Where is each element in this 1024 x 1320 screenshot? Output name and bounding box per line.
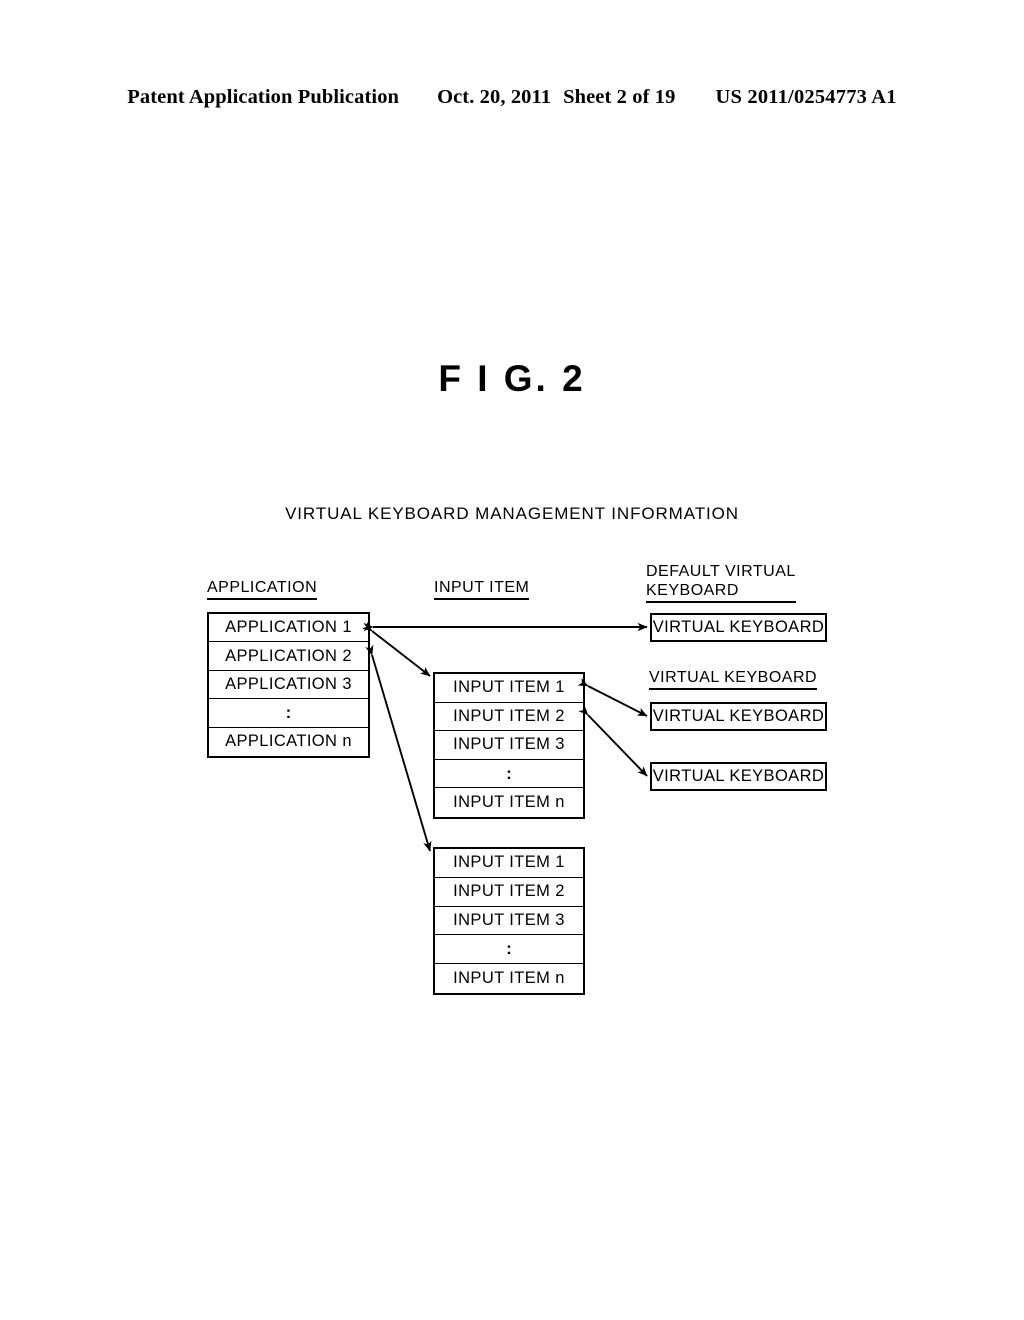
virtual-keyboard-box-3-label: VIRTUAL KEYBOARD: [652, 767, 825, 785]
arrow-application1-to-input-item-table-1: [361, 621, 431, 677]
arrow-input-item2-to-keyboard-3: [578, 705, 648, 777]
virtual-keyboard-box-1: VIRTUAL KEYBOARD: [650, 613, 827, 642]
table-row-ellipsis: :: [435, 760, 583, 789]
table-row: INPUT ITEM 3: [435, 731, 583, 760]
table-row: INPUT ITEM 2: [435, 703, 583, 732]
table-row: APPLICATION 1: [209, 614, 368, 643]
virtual-keyboard-box-3: VIRTUAL KEYBOARD: [650, 762, 827, 791]
virtual-keyboard-box-2-label: VIRTUAL KEYBOARD: [652, 707, 825, 725]
column-header-default-vk-line2: KEYBOARD: [646, 581, 796, 603]
column-header-virtual-keyboard: VIRTUAL KEYBOARD: [649, 668, 818, 690]
column-header-input-item: INPUT ITEM: [434, 578, 530, 600]
column-header-application: APPLICATION: [207, 578, 318, 600]
table-row: APPLICATION n: [225, 732, 352, 751]
application-table: APPLICATION 1 APPLICATION 2 APPLICATION …: [207, 612, 370, 758]
figure-label: F I G. 2: [438, 358, 586, 399]
table-row-ellipsis: :: [209, 699, 368, 728]
table-row-ellipsis: :: [435, 935, 583, 965]
table-row: INPUT ITEM n: [453, 969, 565, 988]
patent-figure-page: Patent Application Publication Oct. 20, …: [0, 0, 1024, 1320]
table-row: INPUT ITEM 2: [435, 878, 583, 907]
column-header-input-item-label: INPUT ITEM: [434, 578, 530, 600]
table-row: INPUT ITEM n: [453, 793, 565, 812]
figure-subtitle: VIRTUAL KEYBOARD MANAGEMENT INFORMATION: [285, 504, 739, 523]
sheet-number: Sheet 2 of 19: [563, 86, 676, 108]
connector-arrows: [361, 621, 648, 852]
table-row: INPUT ITEM 1: [435, 674, 583, 703]
input-item-table-2: INPUT ITEM 1 INPUT ITEM 2 INPUT ITEM 3 :…: [433, 847, 585, 995]
column-header-application-label: APPLICATION: [207, 578, 318, 600]
column-header-default-vk-line1: DEFAULT VIRTUAL: [646, 563, 796, 580]
arrow-input-item1-to-keyboard-2: [577, 677, 648, 717]
arrow-application2-to-input-item-table-2: [365, 644, 432, 852]
publication-title: Patent Application Publication: [127, 86, 400, 108]
virtual-keyboard-box-2: VIRTUAL KEYBOARD: [650, 702, 827, 731]
publication-header: Patent Application Publication Oct. 20, …: [0, 86, 1024, 109]
patent-number: US 2011/0254773 A1: [715, 86, 897, 108]
table-row: INPUT ITEM 1: [435, 849, 583, 878]
input-item-table-1: INPUT ITEM 1 INPUT ITEM 2 INPUT ITEM 3 :…: [433, 672, 585, 819]
column-header-virtual-keyboard-label: VIRTUAL KEYBOARD: [649, 668, 818, 690]
publication-date: Oct. 20, 2011: [437, 86, 552, 108]
column-header-default-virtual-keyboard: DEFAULT VIRTUAL KEYBOARD: [646, 562, 796, 603]
table-row: APPLICATION 3: [209, 671, 368, 700]
table-row: INPUT ITEM 3: [435, 907, 583, 936]
table-row: APPLICATION 2: [209, 642, 368, 671]
virtual-keyboard-box-1-label: VIRTUAL KEYBOARD: [652, 618, 825, 636]
